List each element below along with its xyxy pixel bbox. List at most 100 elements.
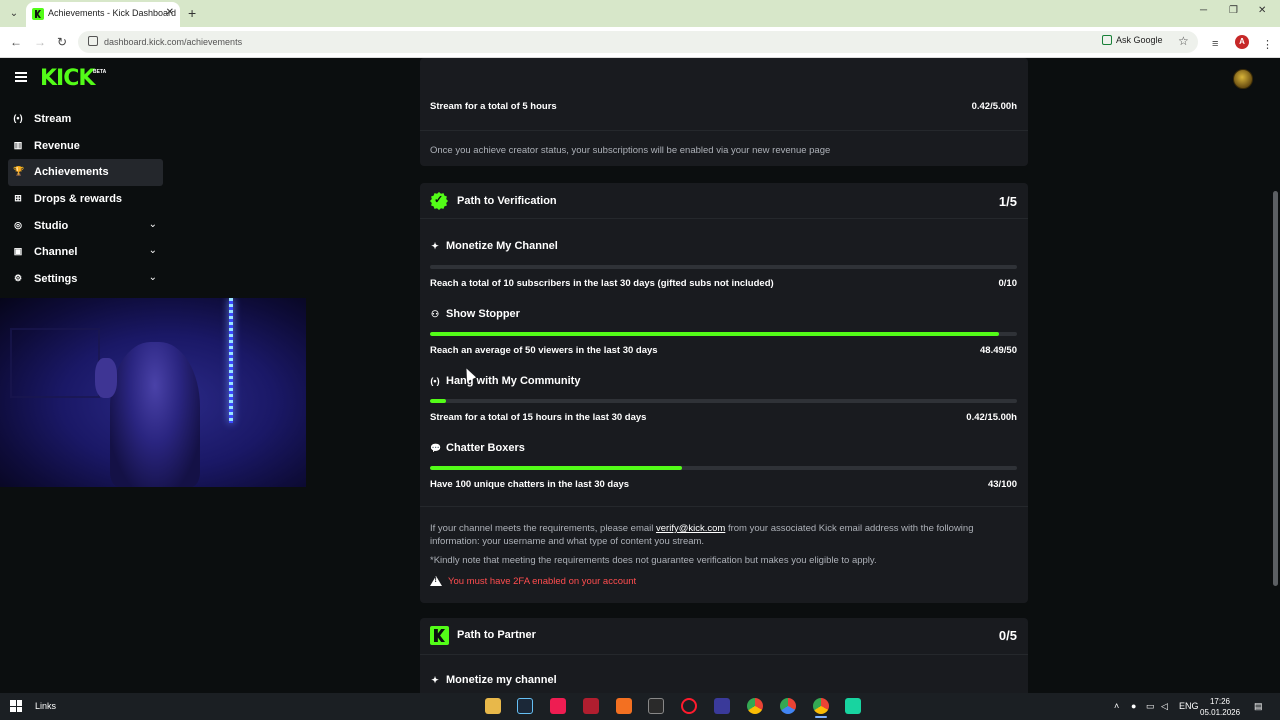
system-clock[interactable]: 17:26 05.01.2026 bbox=[1200, 696, 1240, 718]
steam-icon[interactable] bbox=[517, 698, 533, 714]
ask-google-button[interactable]: Ask Google bbox=[1102, 35, 1163, 49]
reading-list-icon[interactable]: ≡ bbox=[1212, 38, 1218, 50]
creator-note: Once you achieve creator status, your su… bbox=[430, 145, 831, 156]
windows-start-icon[interactable] bbox=[10, 700, 22, 712]
chevron-down-icon[interactable]: ⌄ bbox=[149, 219, 157, 230]
links-toolbar[interactable]: Links bbox=[35, 701, 56, 711]
gear-icon: ⚙ bbox=[13, 273, 23, 284]
broadcast-icon: (•) bbox=[13, 113, 23, 123]
sidebar-item-stream[interactable]: (•) Stream bbox=[8, 106, 163, 133]
file-explorer-icon[interactable] bbox=[485, 698, 501, 714]
sidebar: (•) Stream ▥ Revenue 🏆 Achievements ⊞ Dr… bbox=[0, 106, 170, 293]
sidebar-item-studio[interactable]: ◎ Studio ⌄ bbox=[8, 213, 163, 240]
site-info-icon[interactable] bbox=[88, 36, 98, 46]
chrome-profile-icon[interactable] bbox=[780, 698, 796, 714]
info-text: from your associated Kick email address … bbox=[727, 523, 974, 534]
chrome-active-icon[interactable] bbox=[813, 698, 829, 718]
webcam-overlay bbox=[0, 298, 306, 487]
achievement-value: 0.42/5.00h bbox=[971, 101, 1017, 112]
network-icon[interactable]: ▭ bbox=[1146, 701, 1155, 712]
achievement-title: Chatter Boxers bbox=[446, 442, 525, 454]
browser-tab[interactable]: Achievements - Kick Dashboard ✕ bbox=[26, 2, 180, 27]
sidebar-item-settings[interactable]: ⚙ Settings ⌄ bbox=[8, 266, 163, 293]
tray-overflow-icon[interactable]: ˄ bbox=[1114, 701, 1119, 711]
progress-fill bbox=[430, 332, 1000, 336]
close-window-icon[interactable]: ✕ bbox=[1258, 5, 1266, 16]
achievement-description: Have 100 unique chatters in the last 30 … bbox=[430, 479, 630, 490]
browser-profile-avatar[interactable]: A bbox=[1235, 35, 1249, 49]
sidebar-item-label: Achievements bbox=[34, 166, 109, 179]
creator-status-card: Stream for a total of 5 hours 0.42/5.00h… bbox=[420, 58, 1028, 166]
card-title: Path to Partner bbox=[457, 629, 536, 641]
sidebar-item-achievements[interactable]: 🏆 Achievements bbox=[8, 159, 163, 187]
volume-icon[interactable]: ◁ bbox=[1161, 701, 1168, 712]
verification-card: Path to Verification 1/5 ✦ Monetize My C… bbox=[420, 183, 1028, 603]
sparkle-icon: ✦ bbox=[431, 675, 439, 685]
back-icon[interactable]: ← bbox=[10, 35, 22, 49]
chrome-icon[interactable] bbox=[747, 698, 763, 714]
chevron-down-icon[interactable]: ⌄ bbox=[149, 272, 157, 283]
achievement-title: Monetize my channel bbox=[446, 674, 557, 686]
epic-games-icon[interactable] bbox=[648, 698, 664, 714]
progress-bar bbox=[430, 399, 1017, 403]
browser-menu-icon[interactable]: ⋮ bbox=[1262, 38, 1273, 51]
user-avatar[interactable] bbox=[1233, 69, 1253, 89]
chevron-down-icon[interactable]: ⌄ bbox=[149, 245, 157, 256]
app-orange-icon[interactable] bbox=[616, 698, 632, 714]
browser-toolbar: ← → ↻ dashboard.kick.com/achievements As… bbox=[0, 27, 1280, 58]
verify-email-link[interactable]: verify@kick.com bbox=[656, 523, 725, 534]
progress-fill bbox=[430, 466, 683, 470]
sidebar-item-label: Channel bbox=[34, 246, 78, 259]
achievement-title: Show Stopper bbox=[446, 308, 520, 320]
forward-icon[interactable]: → bbox=[34, 35, 46, 49]
progress-bar bbox=[430, 332, 1017, 336]
sidebar-item-label: Stream bbox=[34, 113, 72, 125]
studio-icon: ◎ bbox=[14, 219, 22, 230]
achievement-value: 0.42/15.00h bbox=[966, 412, 1017, 423]
url-text[interactable]: dashboard.kick.com/achievements bbox=[104, 37, 242, 47]
page-scrollbar[interactable] bbox=[1273, 191, 1278, 586]
microphone-icon[interactable]: ● bbox=[1131, 701, 1136, 711]
app-pen-icon[interactable] bbox=[714, 698, 730, 714]
opera-icon[interactable] bbox=[681, 698, 697, 714]
menu-icon[interactable] bbox=[15, 72, 27, 82]
achievement-description: Stream for a total of 15 hours in the la… bbox=[430, 412, 647, 423]
app-tf-icon[interactable] bbox=[583, 698, 599, 714]
sidebar-item-channel[interactable]: ▣ Channel ⌄ bbox=[8, 239, 163, 266]
kick-dashboard: KICK BETA (•) Stream ▥ Revenue 🏆 Achieve… bbox=[0, 58, 1280, 693]
notifications-icon[interactable]: ▤ bbox=[1254, 701, 1263, 712]
divider bbox=[420, 130, 1028, 131]
clock-time: 17:26 bbox=[1209, 697, 1231, 706]
sidebar-item-revenue[interactable]: ▥ Revenue bbox=[8, 133, 163, 160]
verification-note: *Kindly note that meeting the requiremen… bbox=[430, 555, 877, 566]
gift-icon: ⊞ bbox=[14, 193, 22, 204]
new-tab-icon[interactable]: + bbox=[188, 5, 196, 21]
minimize-icon[interactable]: ─ bbox=[1200, 5, 1207, 16]
achievement-value: 0/10 bbox=[998, 278, 1018, 289]
tab-title: Achievements - Kick Dashboard bbox=[48, 8, 177, 18]
reload-icon[interactable]: ↻ bbox=[57, 35, 67, 49]
sidebar-item-drops-rewards[interactable]: ⊞ Drops & rewards bbox=[8, 186, 163, 213]
tiktok-icon[interactable] bbox=[550, 698, 566, 714]
achievement-title: Monetize My Channel bbox=[446, 240, 558, 252]
verification-info: If your channel meets the requirements, … bbox=[430, 523, 973, 534]
restore-icon[interactable]: ❐ bbox=[1229, 5, 1238, 16]
language-indicator[interactable]: ENG bbox=[1179, 701, 1199, 711]
divider bbox=[420, 506, 1028, 507]
achievement-description: Reach an average of 50 viewers in the la… bbox=[430, 345, 658, 356]
app-green-icon[interactable] bbox=[845, 698, 861, 714]
card-title: Path to Verification bbox=[457, 195, 557, 207]
sidebar-item-label: Settings bbox=[34, 273, 78, 286]
tab-search-icon[interactable]: ⌄ bbox=[6, 6, 22, 22]
tab-close-icon[interactable]: ✕ bbox=[166, 7, 174, 18]
card-progress-count: 1/5 bbox=[998, 194, 1017, 209]
partner-card: Path to Partner 0/5 ✦ Monetize my channe… bbox=[420, 618, 1028, 693]
bookmark-star-icon[interactable]: ☆ bbox=[1178, 34, 1189, 48]
divider bbox=[420, 218, 1028, 219]
chat-icon: 💬 bbox=[430, 443, 442, 453]
kick-badge-icon bbox=[430, 626, 449, 645]
kick-logo[interactable]: KICK bbox=[40, 66, 95, 91]
broadcast-icon: (•) bbox=[430, 376, 440, 386]
sidebar-item-label: Studio bbox=[34, 219, 69, 232]
address-bar[interactable]: dashboard.kick.com/achievements Ask Goog… bbox=[78, 31, 1198, 53]
